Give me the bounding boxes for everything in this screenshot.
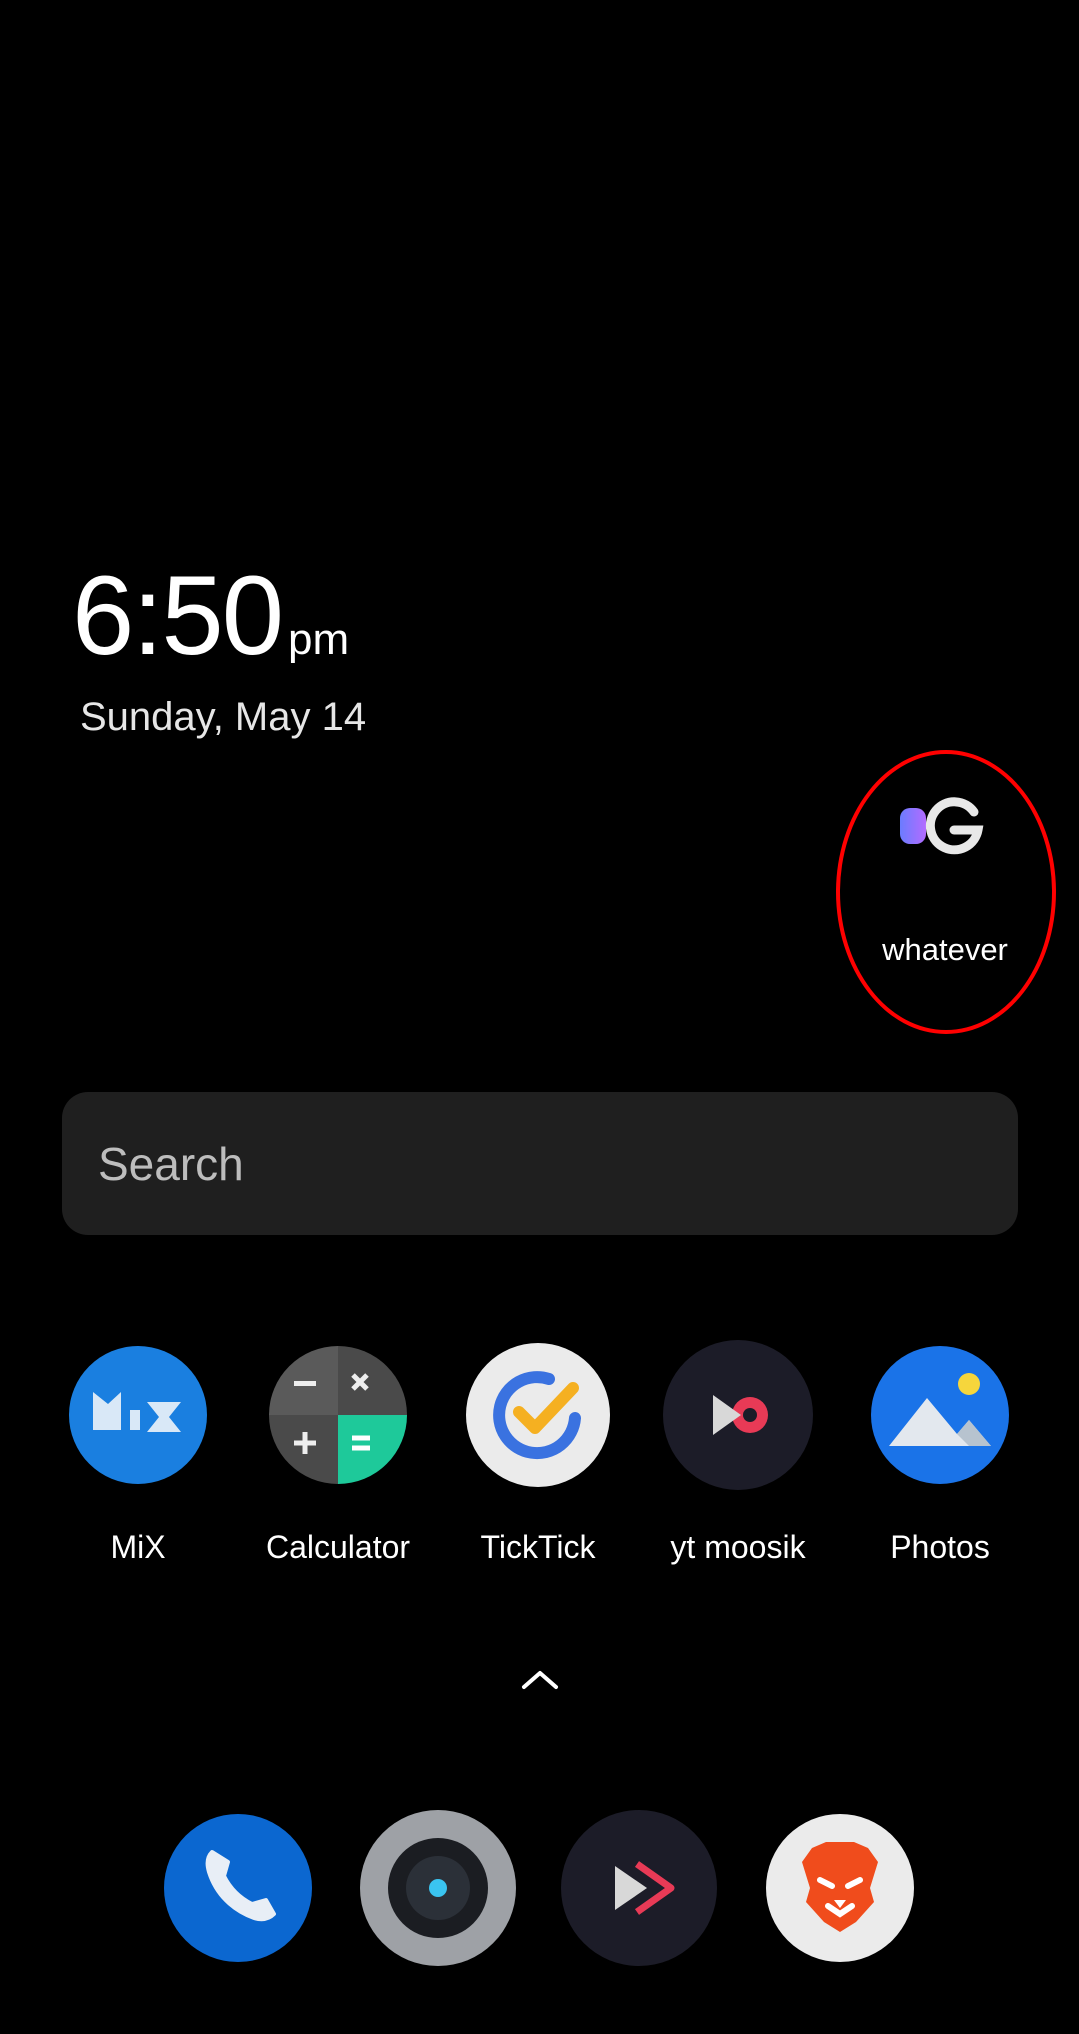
app-calculator[interactable]: Calculator bbox=[238, 1340, 438, 1566]
widget-label: whatever bbox=[882, 932, 1008, 967]
clock-widget[interactable]: 6:50 pm bbox=[72, 560, 349, 672]
camera-icon bbox=[360, 1810, 516, 1966]
calculator-icon bbox=[269, 1346, 407, 1484]
dock-camera[interactable] bbox=[360, 1810, 516, 1966]
ticktick-icon bbox=[466, 1343, 610, 1487]
phone-icon bbox=[164, 1814, 312, 1962]
whatever-shortcut[interactable]: whatever bbox=[836, 750, 1056, 1034]
search-bar[interactable] bbox=[62, 1092, 1018, 1235]
app-photos[interactable]: Photos bbox=[840, 1340, 1040, 1566]
play-store-icon bbox=[561, 1810, 717, 1966]
app-label: yt moosik bbox=[670, 1529, 806, 1565]
clock-time: 6:50 bbox=[72, 553, 284, 678]
mix-icon bbox=[69, 1346, 207, 1484]
app-mix[interactable]: MiX bbox=[38, 1340, 238, 1566]
app-yt-moosik[interactable]: yt moosik bbox=[638, 1340, 838, 1566]
dock-brave[interactable] bbox=[762, 1810, 918, 1966]
brave-browser-icon bbox=[766, 1814, 914, 1962]
photos-icon bbox=[871, 1346, 1009, 1484]
app-label: Calculator bbox=[265, 1529, 411, 1565]
dock-phone[interactable] bbox=[160, 1810, 316, 1966]
yt-music-icon bbox=[663, 1340, 813, 1490]
dock-play-store[interactable] bbox=[561, 1810, 717, 1966]
app-ticktick[interactable]: TickTick bbox=[438, 1340, 638, 1566]
app-label: MiX bbox=[110, 1529, 166, 1565]
app-drawer-chevron-up-icon[interactable] bbox=[516, 1665, 564, 1695]
google-g-icon bbox=[900, 797, 984, 855]
clock-ampm: pm bbox=[287, 615, 350, 664]
search-input[interactable] bbox=[62, 1092, 1018, 1235]
app-label: Photos bbox=[890, 1529, 990, 1565]
clock-date[interactable]: Sunday, May 14 bbox=[80, 695, 366, 740]
app-label: TickTick bbox=[480, 1529, 596, 1565]
